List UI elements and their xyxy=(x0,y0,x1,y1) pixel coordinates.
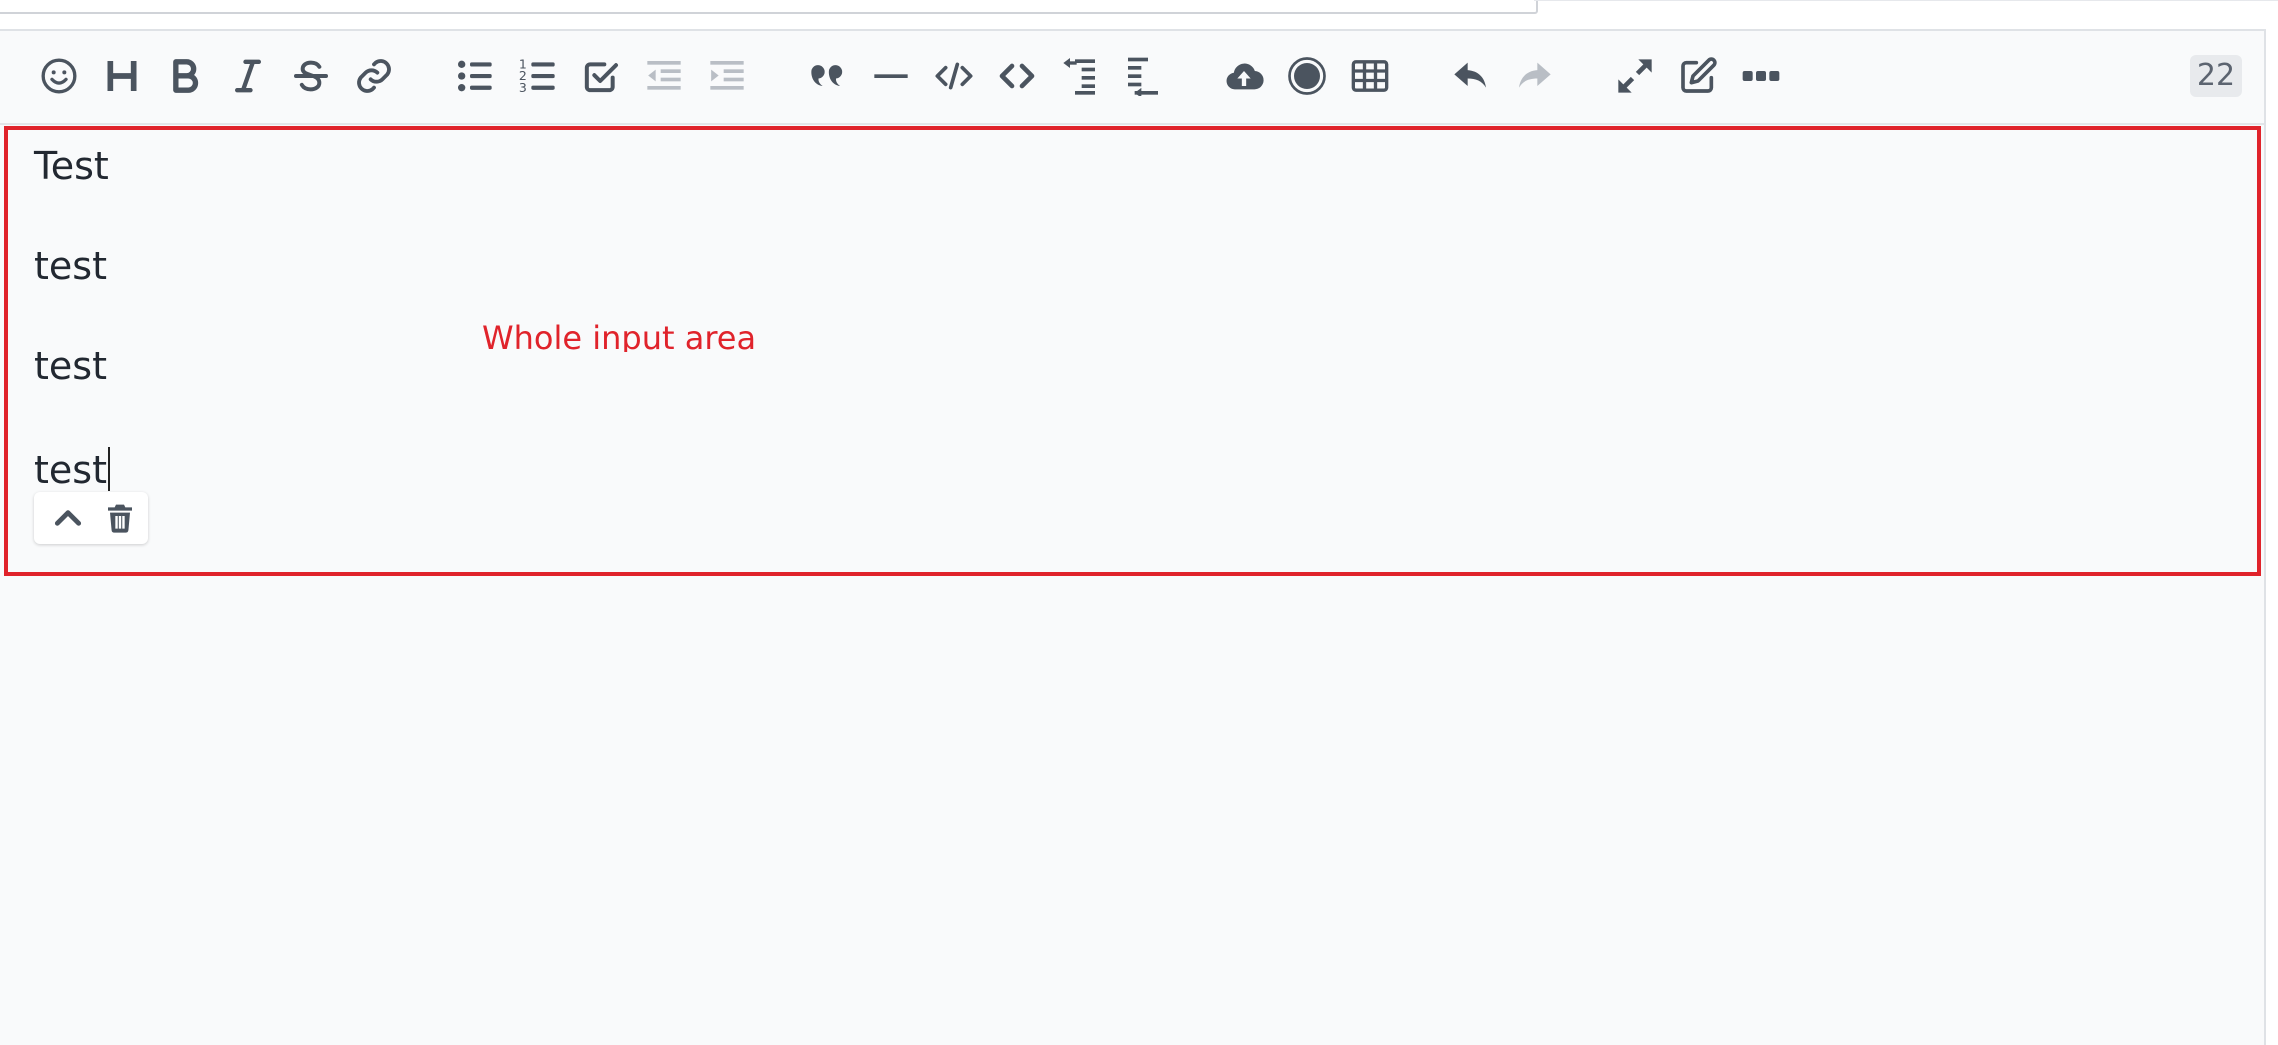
quote-button[interactable] xyxy=(801,49,855,103)
table-icon xyxy=(1351,60,1389,92)
outdent-icon xyxy=(647,61,681,90)
table-button[interactable] xyxy=(1343,49,1397,103)
indent-button[interactable] xyxy=(700,49,754,103)
annotation-label: Whole input area xyxy=(482,319,757,352)
smiley-icon xyxy=(41,58,77,94)
editor-input-area[interactable]: Test test Whole input area test test xyxy=(4,126,2261,576)
more-button[interactable] xyxy=(1734,49,1788,103)
italic-icon xyxy=(235,59,261,93)
edit-icon xyxy=(1681,57,1717,93)
fullscreen-button[interactable] xyxy=(1608,49,1662,103)
bold-icon xyxy=(173,59,199,93)
link-icon xyxy=(357,59,391,93)
insert-before-icon xyxy=(1063,58,1095,95)
link-button[interactable] xyxy=(347,49,401,103)
top-input-field[interactable] xyxy=(0,0,1538,14)
paragraph[interactable]: test xyxy=(34,247,107,285)
more-icon xyxy=(1742,71,1780,81)
top-divider xyxy=(1534,0,2278,1)
undo-icon xyxy=(1454,62,1486,88)
strikethrough-icon xyxy=(294,60,328,92)
character-counter: 22 xyxy=(2190,55,2242,97)
block-toolbar xyxy=(34,492,148,544)
paragraph[interactable]: test xyxy=(34,347,107,385)
horizontal-rule-icon xyxy=(874,74,908,78)
record-button[interactable] xyxy=(1280,49,1334,103)
markdown-editor: 123 22 Test test Whole input area test t… xyxy=(0,29,2266,1045)
heading-icon xyxy=(107,61,137,91)
svg-text:3: 3 xyxy=(519,80,527,95)
bullet-list-button[interactable] xyxy=(448,49,502,103)
editor-toolbar: 123 22 xyxy=(0,31,2264,125)
code-block-icon xyxy=(935,62,973,90)
bullet-list-icon xyxy=(458,60,492,92)
redo-button[interactable] xyxy=(1507,49,1561,103)
heading-button[interactable] xyxy=(95,49,149,103)
inline-code-icon xyxy=(999,63,1035,89)
delete-button[interactable] xyxy=(98,498,142,538)
trash-icon xyxy=(108,504,132,533)
horizontal-rule-button[interactable] xyxy=(864,49,918,103)
text-caret xyxy=(107,447,110,491)
expand-icon xyxy=(1618,59,1652,93)
emoji-button[interactable] xyxy=(32,49,86,103)
upload-button[interactable] xyxy=(1217,49,1271,103)
indent-icon xyxy=(710,61,744,90)
move-up-button[interactable] xyxy=(46,498,90,538)
code-block-button[interactable] xyxy=(927,49,981,103)
undo-button[interactable] xyxy=(1444,49,1498,103)
paragraph[interactable]: test xyxy=(34,447,110,491)
checkbox-icon xyxy=(584,62,618,93)
chevron-up-icon xyxy=(54,510,82,526)
italic-button[interactable] xyxy=(221,49,275,103)
insert-after-button[interactable] xyxy=(1116,49,1170,103)
quote-icon xyxy=(811,65,843,86)
edit-mode-button[interactable] xyxy=(1671,49,1725,103)
ordered-list-icon: 123 xyxy=(519,57,555,95)
insert-after-icon xyxy=(1128,57,1158,96)
record-icon xyxy=(1288,57,1326,95)
redo-icon xyxy=(1519,62,1551,88)
ordered-list-button[interactable]: 123 xyxy=(511,49,565,103)
bold-button[interactable] xyxy=(158,49,212,103)
task-list-button[interactable] xyxy=(574,49,628,103)
paragraph-text: test xyxy=(34,448,107,492)
cloud-upload-icon xyxy=(1226,63,1264,90)
outdent-button[interactable] xyxy=(637,49,691,103)
paragraph[interactable]: Test xyxy=(34,147,109,185)
strikethrough-button[interactable] xyxy=(284,49,338,103)
inline-code-button[interactable] xyxy=(990,49,1044,103)
insert-before-button[interactable] xyxy=(1053,49,1107,103)
